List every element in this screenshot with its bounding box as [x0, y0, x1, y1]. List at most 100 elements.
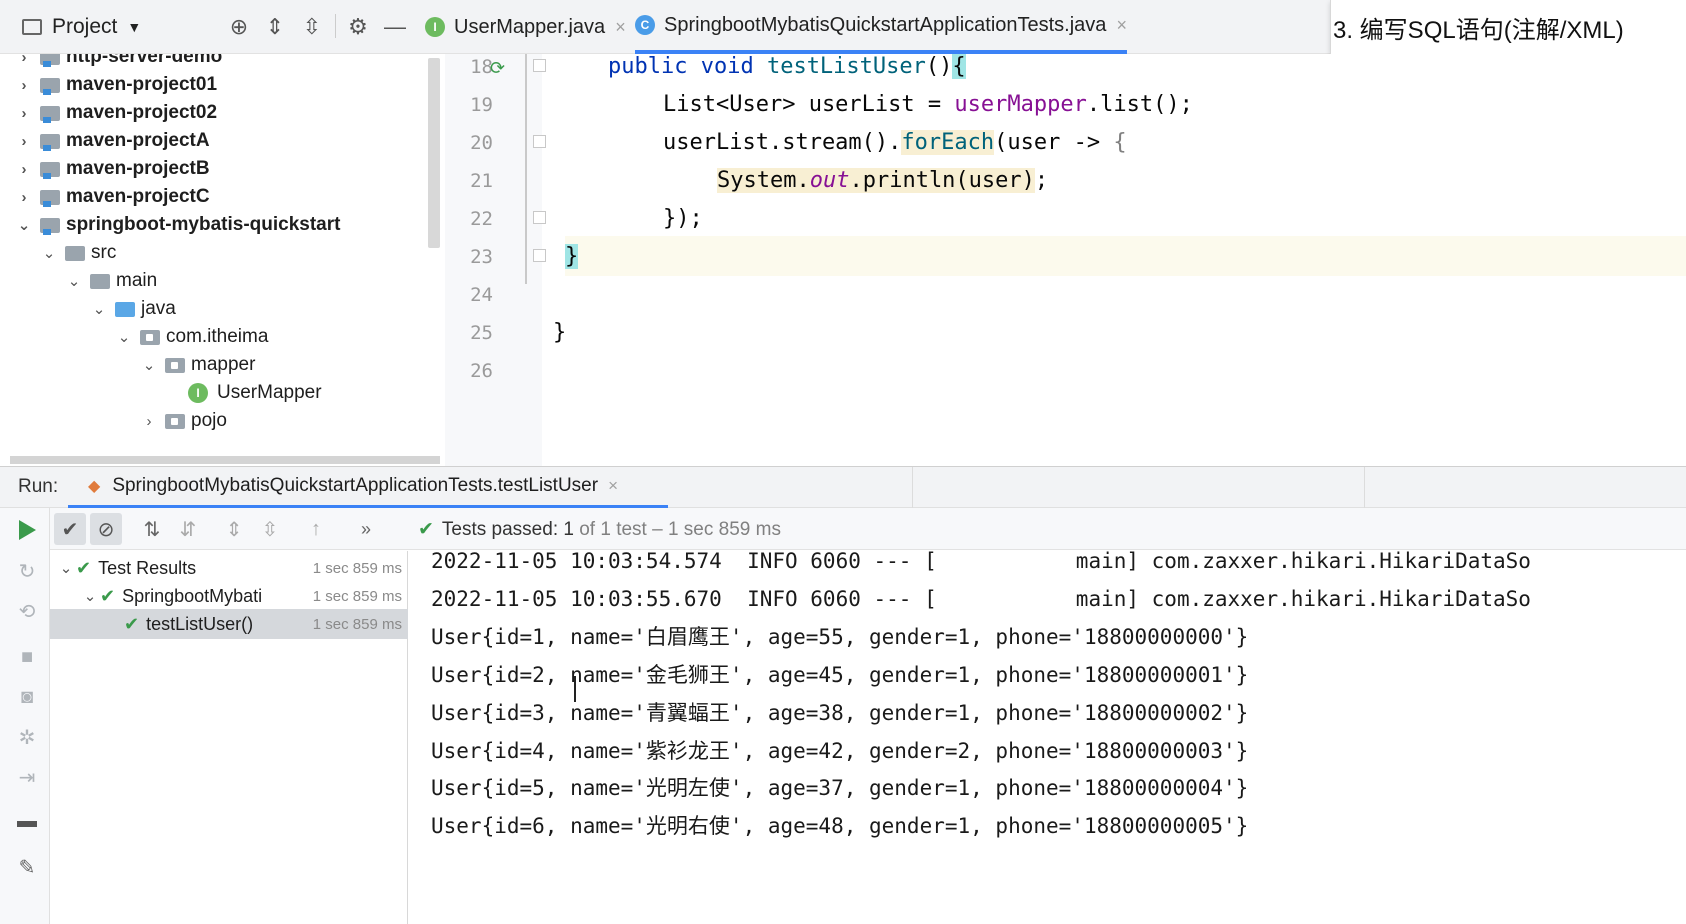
test-result-row[interactable]: ⌄ ✔ SpringbootMybati 1 sec 859 ms [50, 581, 408, 611]
show-passed-icon[interactable]: ✔ [54, 513, 86, 545]
code-segment: List<User> userList = [663, 91, 955, 117]
tree-item[interactable]: ⌄ java [0, 294, 176, 324]
rerun-failed-icon[interactable]: ↻ [14, 558, 40, 584]
tab-usermapper[interactable]: I UserMapper.java × [425, 0, 626, 54]
tree-item[interactable]: › maven-projectA [0, 126, 210, 156]
close-brace: } [565, 243, 579, 269]
close-icon[interactable]: × [1116, 15, 1127, 36]
tree-item[interactable]: › maven-projectC [0, 182, 210, 212]
target-icon[interactable]: ⊕ [225, 13, 253, 41]
field-usermapper: userMapper [954, 91, 1087, 117]
tree-scrollbar[interactable] [428, 58, 440, 248]
tree-item[interactable]: ⌄ src [0, 238, 117, 268]
chevron-right-icon[interactable]: › [14, 189, 34, 206]
sort-alpha-icon[interactable]: ⇅ [136, 513, 168, 545]
tree-item[interactable]: › maven-projectB [0, 154, 210, 184]
run-test-icon[interactable]: ⟳ [490, 58, 505, 79]
tree-item-label: maven-projectC [66, 186, 210, 207]
test-result-row[interactable]: ✔ testListUser() 1 sec 859 ms [50, 609, 408, 639]
tree-item-label: springboot-mybatis-quickstart [66, 214, 341, 235]
chevron-right-icon[interactable]: › [139, 413, 159, 430]
chevron-right-icon[interactable]: › [14, 133, 34, 150]
pin-icon[interactable]: ✎ [14, 854, 40, 880]
collapse-all-icon[interactable]: ⇳ [254, 513, 286, 545]
field-out: out [809, 167, 850, 193]
method-parens: () [925, 54, 953, 79]
layout-icon[interactable]: ▬ [14, 808, 40, 834]
tree-item[interactable]: ⌄ mapper [0, 350, 256, 380]
fold-marker-icon[interactable] [533, 211, 546, 224]
chevron-right-icon[interactable]: › [14, 54, 34, 66]
console-line: User{id=4, name='紫衫龙王', age=42, gender=2… [431, 738, 1249, 763]
more-actions-icon[interactable]: » [350, 513, 382, 545]
chevron-down-icon[interactable]: ⌄ [114, 328, 134, 346]
console-line: User{id=1, name='白眉鹰王', age=55, gender=1… [431, 625, 1249, 650]
minimize-icon[interactable]: — [381, 13, 409, 41]
console-output[interactable]: 2022-11-05 10:03:54.574 INFO 6060 --- [ … [409, 551, 1686, 924]
chevron-down-icon[interactable]: ⌄ [139, 356, 159, 374]
chevron-down-icon[interactable]: ⌄ [89, 300, 109, 318]
line-number: 22 [470, 208, 493, 230]
gear-icon[interactable]: ⚙ [344, 13, 372, 41]
show-ignored-icon[interactable]: ⊘ [90, 513, 122, 545]
fold-marker-icon[interactable] [533, 135, 546, 148]
chevron-down-icon[interactable]: ⌄ [80, 587, 100, 605]
tab-application-tests[interactable]: C SpringbootMybatisQuickstartApplication… [635, 0, 1127, 54]
test-result-row[interactable]: ⌄ ✔ Test Results 1 sec 859 ms [50, 553, 408, 583]
tree-item-label: http-server-demo [66, 54, 223, 67]
chevron-right-icon[interactable]: › [14, 105, 34, 122]
test-results-tree: ⌄ ✔ Test Results 1 sec 859 ms ⌄ ✔ SpringbootMy… [50, 551, 408, 924]
sort-duration-icon[interactable]: ⇵ [172, 513, 204, 545]
module-folder-icon [40, 54, 60, 67]
previous-failed-icon[interactable]: ↑ [300, 513, 332, 545]
close-icon[interactable]: × [615, 17, 626, 38]
debug-icon[interactable]: ✲ [14, 724, 40, 750]
keyword-public: public [608, 54, 701, 79]
chevron-down-icon[interactable]: ⌄ [64, 272, 84, 290]
code-editor[interactable]: 18 19 20 21 22 23 24 25 26 ⟳ public void testLis… [445, 54, 1686, 466]
tree-item[interactable]: ⌄ com.itheima [0, 322, 269, 352]
line-number: 25 [470, 322, 493, 344]
run-tab[interactable]: ◆ SpringbootMybatisQuickstartApplication… [68, 467, 668, 509]
chevron-right-icon[interactable]: › [14, 161, 34, 178]
run-bar-divider [1364, 467, 1365, 509]
fold-marker-icon[interactable] [533, 249, 546, 262]
toggle-autotest-icon[interactable]: ⟲ [14, 598, 40, 624]
gutter-separator [525, 54, 527, 284]
expand-all-icon[interactable]: ⇕ [261, 13, 289, 41]
fold-marker-icon[interactable] [533, 59, 546, 72]
folder-icon [22, 19, 42, 35]
expand-all-icon[interactable]: ⇕ [218, 513, 250, 545]
chevron-down-icon[interactable]: ⌄ [14, 216, 34, 234]
class-close-brace: } [553, 319, 567, 345]
chevron-down-icon[interactable]: ⌄ [56, 559, 76, 577]
tree-item[interactable]: › maven-project01 [0, 70, 218, 100]
import-icon[interactable]: ⇥ [14, 764, 40, 790]
run-icon[interactable] [16, 518, 38, 542]
tree-horizontal-scrollbar[interactable] [10, 456, 440, 464]
tab-label: UserMapper.java [454, 15, 606, 38]
tree-item[interactable]: › maven-project02 [0, 98, 218, 128]
project-panel-header: Project ▼ ⊕ ⇕ ⇳ ⚙ — [0, 0, 445, 54]
package-icon [165, 413, 185, 429]
test-result-label: testListUser() [146, 613, 254, 634]
tree-item[interactable]: ⌄ main [0, 266, 157, 296]
module-folder-icon [40, 161, 60, 179]
code-line-21: System.out.println(user); [717, 160, 1048, 200]
editor-gutter: 18 19 20 21 22 23 24 25 26 [445, 54, 546, 466]
chevron-right-icon[interactable]: › [14, 77, 34, 94]
tab-label: SpringbootMybatisQuickstartApplicationTe… [664, 13, 1107, 36]
tests-passed-text: Tests passed: 1 [441, 519, 574, 540]
tree-item[interactable]: › pojo [0, 406, 227, 436]
close-icon[interactable]: × [608, 476, 618, 496]
tree-item[interactable]: ⌄ springboot-mybatis-quickstart [0, 210, 341, 240]
line-number: 23 [470, 246, 493, 268]
stop-icon[interactable]: ■ [14, 644, 40, 670]
camera-icon[interactable]: ◙ [14, 684, 40, 710]
tree-item[interactable]: I UserMapper [0, 378, 322, 408]
chevron-down-icon[interactable]: ⌄ [39, 244, 59, 262]
collapse-all-icon[interactable]: ⇳ [298, 13, 326, 41]
tree-item-label: maven-project02 [66, 102, 218, 123]
project-view-label: Project [52, 15, 118, 38]
project-view-dropdown[interactable]: Project ▼ [22, 12, 141, 42]
